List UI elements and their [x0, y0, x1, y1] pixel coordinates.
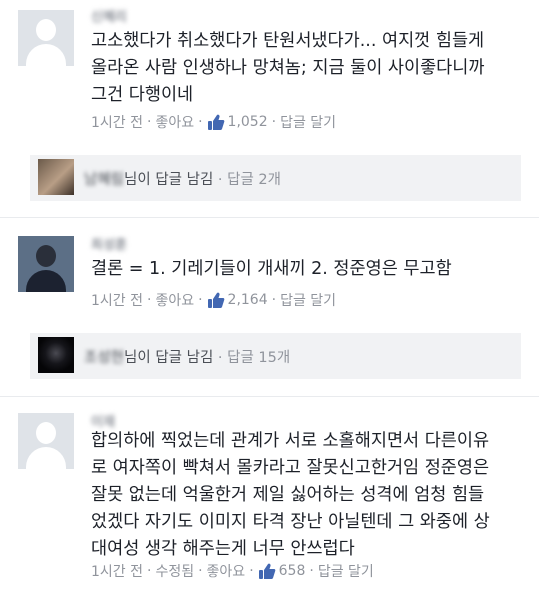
divider — [0, 396, 539, 397]
comment-3-reply-link[interactable]: 답글 달기 — [318, 561, 374, 581]
comment-2-like-link[interactable]: 좋아요 — [155, 290, 194, 310]
comment-3-line-4: 었겠다 자기도 이미지 타격 장난 아닐텐데 그 와중에 상 — [91, 512, 490, 532]
comment-2-replies[interactable]: 조성현님이 답글 남김 · 답글 15개 — [30, 333, 521, 379]
comment-1-meta: 1시간 전 · 좋아요 · 1,052 · 답글 달기 — [91, 112, 337, 132]
thumbs-up-icon — [207, 292, 224, 308]
comment-2-author[interactable]: 최성훈 — [91, 234, 127, 253]
comment-3-text: 합의하에 찍었는데 관계가 서로 소홀해지면서 다른이유 로 여자쪽이 빡쳐서 … — [91, 428, 490, 563]
comment-2-time[interactable]: 1시간 전 — [91, 290, 143, 310]
comment-2-avatar[interactable] — [18, 236, 74, 292]
comment-1-reply-link[interactable]: 답글 달기 — [280, 112, 336, 132]
comment-1-like-link[interactable]: 좋아요 — [155, 112, 194, 132]
comment-1-line-1: 고소했다가 취소했다가 탄원서냈다가... 여지껏 힘들게 — [91, 31, 485, 51]
comment-3-edited[interactable]: 수정됨 — [155, 561, 194, 581]
comment-1-text: 고소했다가 취소했다가 탄원서냈다가... 여지껏 힘들게 올라온 사람 인생하… — [91, 28, 484, 109]
comment-1-avatar[interactable] — [18, 10, 74, 66]
comment-1-author[interactable]: 신혜리 — [91, 6, 127, 25]
thumbs-up-icon — [207, 114, 224, 130]
comment-3-meta: 1시간 전 · 수정됨 · 좋아요 · 658 · 답글 달기 — [91, 561, 374, 581]
reply-1-summary: 남혜림님이 답글 남김 · 답글 2개 — [84, 172, 281, 188]
comment-3-avatar[interactable] — [18, 413, 74, 469]
comment-3-line-3: 잘못 없는데 억울한거 제일 싫어하는 성격에 엄청 힘들 — [91, 485, 485, 505]
reply-1-avatar — [38, 159, 74, 195]
comment-1-line-3: 그건 다행이네 — [91, 85, 194, 105]
comment-1-time[interactable]: 1시간 전 — [91, 112, 143, 132]
comment-2-reply-link[interactable]: 답글 달기 — [280, 290, 336, 310]
comment-3-like-count[interactable]: 658 — [279, 563, 306, 579]
reply-2-avatar — [38, 337, 74, 373]
comment-3-line-5: 대여성 생각 해주는게 너무 안쓰럽다 — [91, 539, 355, 559]
comment-2-like-count[interactable]: 2,164 — [228, 292, 268, 308]
comment-3-time[interactable]: 1시간 전 — [91, 561, 143, 581]
comment-3-line-1: 합의하에 찍었는데 관계가 서로 소홀해지면서 다른이유 — [91, 431, 490, 451]
comment-3-like-link[interactable]: 좋아요 — [207, 561, 246, 581]
reply-2-summary: 조성현님이 답글 남김 · 답글 15개 — [84, 350, 291, 366]
comment-3-line-2: 로 여자쪽이 빡쳐서 몰카라고 잘못신고한거임 정준영은 — [91, 458, 490, 478]
divider — [0, 217, 539, 218]
comment-2-line-1: 결론 = 1. 기레기들이 개새끼 2. 정준영은 무고함 — [91, 259, 452, 279]
comment-2-text: 결론 = 1. 기레기들이 개새끼 2. 정준영은 무고함 — [91, 256, 452, 283]
comment-1-line-2: 올라온 사람 인생하나 망쳐놈; 지금 둘이 사이좋다니까 — [91, 58, 485, 78]
comment-1-replies[interactable]: 남혜림님이 답글 남김 · 답글 2개 — [30, 155, 521, 201]
thumbs-up-icon — [258, 563, 275, 579]
comment-2-meta: 1시간 전 · 좋아요 · 2,164 · 답글 달기 — [91, 290, 337, 310]
comment-1-like-count[interactable]: 1,052 — [228, 114, 268, 130]
